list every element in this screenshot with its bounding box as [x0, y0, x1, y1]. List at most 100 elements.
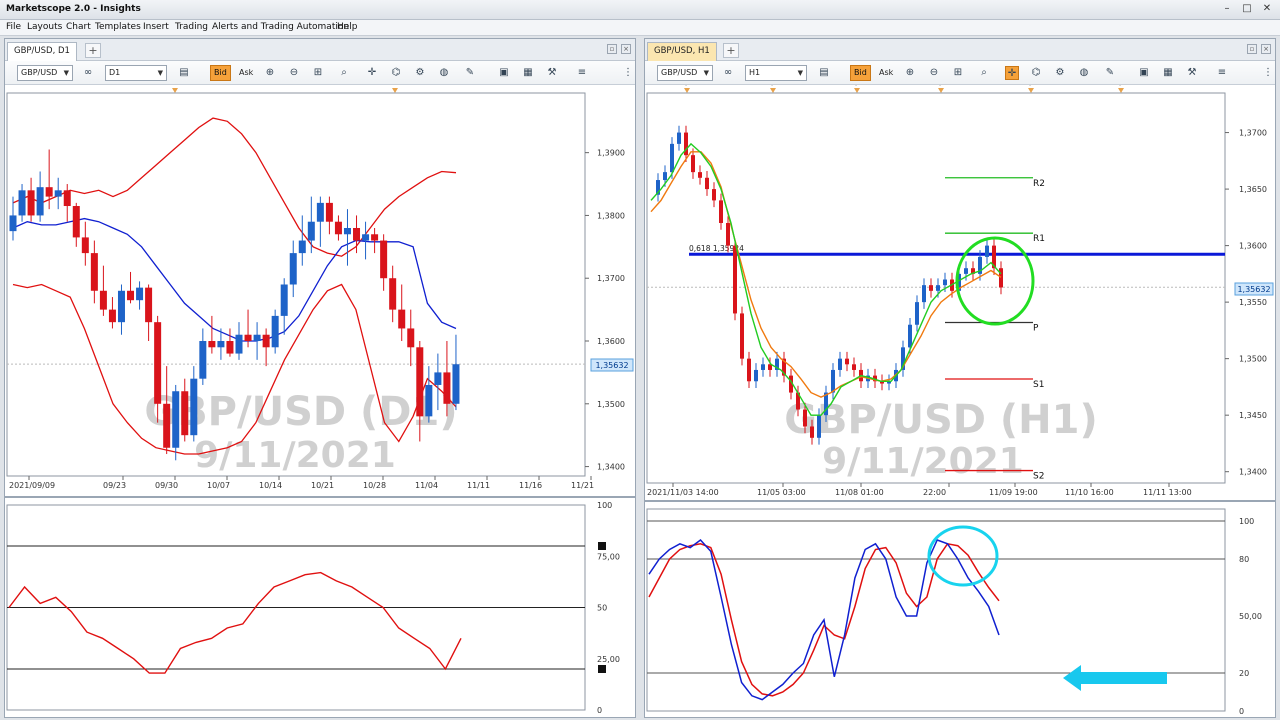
add-tab-icon[interactable]: +	[85, 43, 101, 58]
menu-file[interactable]: File	[6, 22, 21, 32]
candle-body	[334, 221, 342, 235]
candle-body	[747, 358, 751, 382]
day-marker-icon	[854, 88, 860, 93]
day-marker-icon	[1118, 88, 1124, 93]
zoom-in-icon[interactable]: ⊕	[903, 66, 917, 80]
candle-body	[217, 341, 225, 348]
watermark-date: 9/11/2021	[822, 441, 1024, 482]
day-marker-icon	[684, 88, 690, 93]
menu-lines-icon[interactable]: ≡	[1215, 66, 1229, 80]
chart-type-icon[interactable]: ▤	[817, 66, 831, 80]
candle-body	[145, 287, 153, 323]
current-price-text: 1,35632	[1237, 285, 1270, 294]
ask-button[interactable]: Ask	[235, 65, 257, 81]
candle-body	[810, 426, 814, 438]
grid-icon[interactable]: ▦	[1161, 66, 1175, 80]
candle-body	[740, 313, 744, 359]
link-icon[interactable]: ∞	[721, 66, 735, 80]
toolbar-options-icon[interactable]: ⋮	[1261, 66, 1275, 80]
menu-alerts[interactable]: Alerts and Trading Automation	[212, 22, 349, 32]
candle-body	[81, 237, 89, 254]
ask-button[interactable]: Ask	[875, 65, 897, 81]
tools-icon[interactable]: ⚒	[545, 66, 559, 80]
magnifier-icon[interactable]: ⌕	[977, 66, 991, 80]
bid-button[interactable]: Bid	[210, 65, 231, 81]
period-select[interactable]: H1 ▼	[745, 65, 807, 81]
zoom-area-icon[interactable]: ⊞	[951, 66, 965, 80]
toolbar-options-icon[interactable]: ⋮	[621, 66, 635, 80]
close-icon[interactable]: ×	[1261, 44, 1271, 54]
month-marker-icon	[392, 88, 398, 93]
candle-body	[117, 290, 125, 323]
date-tick-label: 11/11 13:00	[1143, 488, 1192, 497]
link-icon[interactable]: ∞	[81, 66, 95, 80]
price-tick-label: 1,3650	[1239, 185, 1267, 194]
signal-icon[interactable]: ⚙	[413, 66, 427, 80]
globe-icon[interactable]: ◍	[1077, 66, 1091, 80]
tab-gbpusd-d1[interactable]: GBP/USD, D1	[7, 42, 77, 61]
zoom-in-icon[interactable]: ⊕	[263, 66, 277, 80]
period-select[interactable]: D1 ▼	[105, 65, 167, 81]
menu-insert[interactable]: Insert	[143, 22, 169, 32]
globe-icon[interactable]: ◍	[437, 66, 451, 80]
menu-templates[interactable]: Templates	[95, 22, 141, 32]
tools-icon[interactable]: ⚒	[1185, 66, 1199, 80]
menu-help[interactable]: Help	[337, 22, 358, 32]
tab-gbpusd-h1[interactable]: GBP/USD, H1	[647, 42, 717, 61]
crosshair-icon[interactable]: ✛	[1005, 66, 1019, 80]
bid-button[interactable]: Bid	[850, 65, 871, 81]
candle-body	[698, 172, 702, 178]
indicator-icon[interactable]: ⌬	[389, 66, 403, 80]
menu-layouts[interactable]: Layouts	[27, 22, 62, 32]
current-price-text: 1,35632	[595, 361, 628, 370]
candle-body	[63, 190, 71, 207]
maximize-icon[interactable]: □	[1240, 3, 1254, 16]
menu-chart[interactable]: Chart	[66, 22, 91, 32]
pencil-icon[interactable]: ✎	[463, 66, 477, 80]
zoom-out-icon[interactable]: ⊖	[287, 66, 301, 80]
oscillator-tick-label: 50,00	[1239, 612, 1262, 621]
d1-chart-area[interactable]: OctNov GBP/USD (D1) 9/11/2021 1,39001,38…	[5, 85, 635, 715]
image-icon[interactable]: ▣	[497, 66, 511, 80]
price-tick-label: 1,3700	[597, 274, 625, 283]
pencil-icon[interactable]: ✎	[1103, 66, 1117, 80]
candle-body	[691, 155, 695, 173]
magnifier-icon[interactable]: ⌕	[337, 66, 351, 80]
date-tick-label: 11/10 16:00	[1065, 488, 1114, 497]
h1-chart-area[interactable]: 11/0411/0511/0811/0911/1011/11 GBP/USD (…	[645, 85, 1275, 715]
signal-icon[interactable]: ⚙	[1053, 66, 1067, 80]
crosshair-icon[interactable]: ✛	[365, 66, 379, 80]
candle-body	[908, 324, 912, 348]
zoom-out-icon[interactable]: ⊖	[927, 66, 941, 80]
price-tick-label: 1,3400	[597, 463, 625, 472]
add-tab-icon[interactable]: +	[723, 43, 739, 58]
candle-body	[416, 347, 424, 417]
candle-body	[235, 334, 243, 354]
candle-body	[398, 309, 406, 329]
price-tick-label: 1,3900	[597, 149, 625, 158]
image-icon[interactable]: ▣	[1137, 66, 1151, 80]
zoom-area-icon[interactable]: ⊞	[311, 66, 325, 80]
symbol-select[interactable]: GBP/USD ▼	[17, 65, 73, 81]
candle-body	[271, 315, 279, 348]
chart-type-icon[interactable]: ▤	[177, 66, 191, 80]
restore-icon[interactable]: ▫	[1247, 44, 1257, 54]
indicator-icon[interactable]: ⌬	[1029, 66, 1043, 80]
tab-row: GBP/USD, D1 + ▫ ×	[5, 39, 635, 61]
menu-lines-icon[interactable]: ≡	[575, 66, 589, 80]
candle-body	[389, 278, 397, 310]
candle-body	[208, 341, 216, 348]
restore-icon[interactable]: ▫	[607, 44, 617, 54]
menu-trading[interactable]: Trading	[175, 22, 208, 32]
oscillator-tick-label: 100	[1239, 517, 1254, 526]
close-icon[interactable]: ×	[621, 44, 631, 54]
price-tick-label: 1,3450	[1239, 411, 1267, 420]
candle-body	[817, 415, 821, 438]
symbol-select[interactable]: GBP/USD ▼	[657, 65, 713, 81]
close-icon[interactable]: ✕	[1260, 3, 1274, 16]
candle-body	[407, 328, 415, 348]
grid-icon[interactable]: ▦	[521, 66, 535, 80]
month-marker-icon	[172, 88, 178, 93]
minimize-icon[interactable]: –	[1220, 3, 1234, 16]
candle-body	[18, 190, 26, 216]
